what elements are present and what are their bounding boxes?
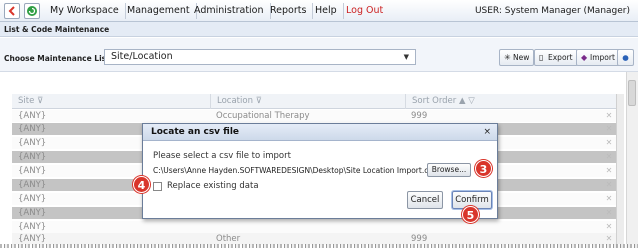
nav-my-workspace[interactable]: My Workspace	[44, 3, 126, 19]
top-navigation-bar: My Workspace Management Administration R…	[0, 0, 638, 22]
delete-icon[interactable]: ✕	[602, 207, 616, 219]
header-site[interactable]: Site ⊽	[12, 94, 43, 109]
section-title: List & Code Maintenance	[0, 22, 638, 37]
replace-data-label: Replace existing data	[167, 181, 259, 191]
refresh-icon[interactable]	[24, 3, 40, 19]
page-scrollbar-thumb[interactable]	[628, 80, 636, 106]
new-button[interactable]: ✳ New	[499, 49, 535, 66]
grid-scrollbar[interactable]	[616, 94, 624, 248]
delete-icon[interactable]: ✕	[602, 221, 616, 233]
cell-site: {ANY}	[18, 111, 47, 121]
delete-icon[interactable]: ✕	[602, 110, 616, 122]
callout-3: 3	[475, 160, 492, 177]
delete-icon[interactable]: ✕	[602, 137, 616, 149]
help-icon: ●	[622, 53, 629, 62]
cell-site: {ANY}	[18, 138, 47, 148]
cancel-button[interactable]: Cancel	[407, 191, 443, 209]
delete-icon[interactable]: ✕	[602, 165, 616, 177]
nav-administration[interactable]: Administration	[188, 3, 271, 19]
delete-icon[interactable]: ✕	[602, 193, 616, 205]
cell-site: {ANY}	[18, 124, 47, 134]
choose-list-label: Choose Maintenance List:	[4, 54, 113, 63]
help-button[interactable]: ●	[617, 49, 634, 66]
cell-site: {ANY}	[18, 152, 47, 162]
header-location[interactable]: Location ⊽	[210, 94, 262, 109]
cell-site: {ANY}	[18, 166, 47, 176]
browse-button[interactable]: Browse...	[427, 163, 471, 177]
import-button[interactable]: ◆ Import	[576, 49, 620, 66]
cell-site: {ANY}	[18, 222, 47, 232]
export-button[interactable]: ▯ Export	[534, 49, 578, 66]
chevron-down-icon: ▼	[403, 53, 409, 61]
table-row[interactable]: {ANY} Occupational Therapy 999 ✕	[12, 110, 616, 122]
selected-list-value: Site/Location	[111, 51, 173, 62]
close-icon[interactable]: ×	[483, 126, 491, 139]
file-path-field[interactable]: C:\Users\Anne Hayden.SOFTWAREDESIGN\Desk…	[153, 165, 439, 176]
cell-location: Occupational Therapy	[216, 111, 310, 121]
replace-data-checkbox[interactable]	[153, 182, 162, 191]
nav-reports[interactable]: Reports	[264, 3, 314, 19]
callout-5: 5	[462, 206, 479, 223]
import-dialog: Locate an csv file × Please select a csv…	[142, 123, 498, 219]
plus-icon: ✳	[504, 53, 511, 62]
footer-strip	[0, 244, 638, 248]
callout-4: 4	[133, 176, 150, 193]
nav-management[interactable]: Management	[121, 3, 197, 19]
dialog-prompt: Please select a csv file to import	[153, 151, 291, 161]
cell-sort-order: 999	[411, 111, 428, 121]
dialog-title: Locate an csv file	[143, 124, 497, 141]
export-icon: ▯	[539, 53, 544, 62]
cell-site: {ANY}	[18, 180, 47, 190]
user-label: USER: System Manager (Manager)	[474, 6, 630, 16]
delete-icon[interactable]: ✕	[602, 179, 616, 191]
cell-site: {ANY}	[18, 194, 47, 204]
delete-icon[interactable]: ✕	[602, 123, 616, 135]
cell-site: {ANY}	[18, 208, 47, 218]
table-row[interactable]: {ANY} ✕	[12, 221, 616, 233]
nav-help[interactable]: Help	[309, 3, 344, 19]
delete-icon[interactable]: ✕	[602, 151, 616, 163]
import-icon: ◆	[581, 53, 588, 62]
back-icon[interactable]	[4, 3, 20, 19]
header-sort-order[interactable]: Sort Order ▲ ▽	[405, 94, 475, 109]
maintenance-list-select[interactable]: Site/Location ▼	[104, 49, 416, 65]
grid-header: Site ⊽ Location ⊽ Sort Order ▲ ▽	[12, 94, 616, 109]
nav-log-out[interactable]: Log Out	[340, 3, 389, 19]
